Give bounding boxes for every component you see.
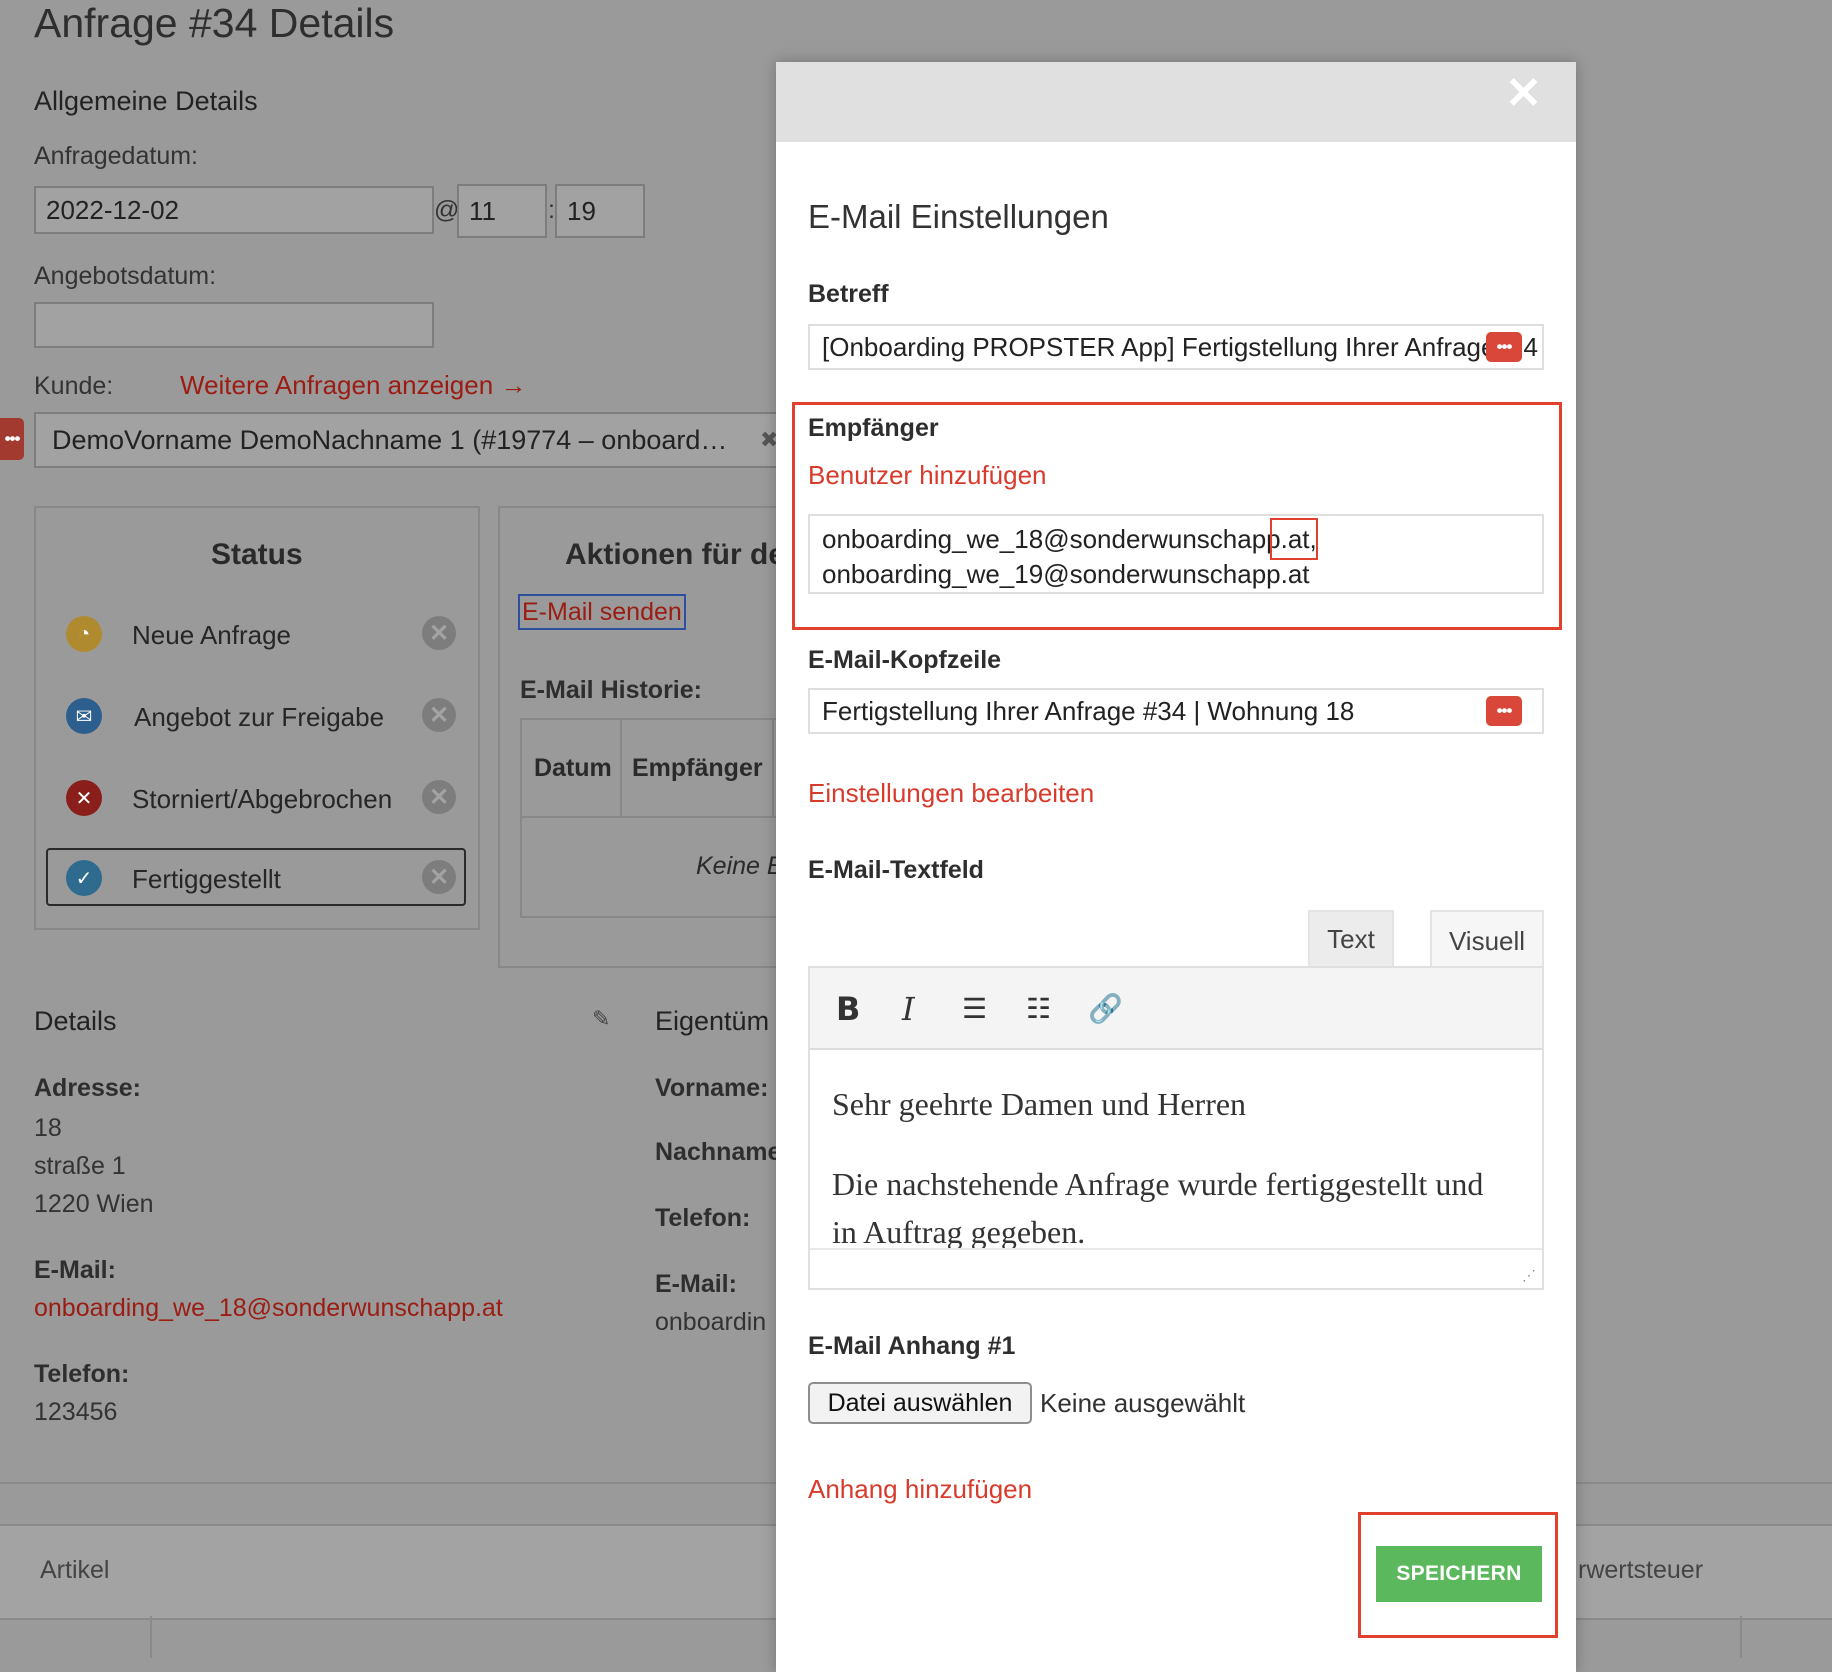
history-table: Datum Empfänger Keine E: [520, 718, 790, 918]
phone-value: 123456: [34, 1398, 118, 1426]
editor-content[interactable]: Sehr geehrte Damen und Herren Die nachst…: [832, 1080, 1512, 1288]
editor-footer: [810, 1248, 1542, 1250]
time-separator: :: [548, 196, 555, 224]
articles-column: Artikel: [40, 1556, 110, 1584]
offer-date-label: Angebotsdatum:: [34, 262, 217, 290]
cross-circle-icon: ✕: [66, 780, 102, 816]
edit-settings-link[interactable]: Einstellungen bearbeiten: [808, 778, 1094, 809]
status-item-fertiggestellt[interactable]: ✓ Fertiggestellt ✕: [66, 850, 456, 906]
customer-label: Kunde:: [34, 372, 114, 400]
clock-icon: ◔: [66, 616, 102, 652]
email-body-label: E-Mail-Textfeld: [808, 856, 984, 884]
bold-icon[interactable]: B: [836, 990, 860, 1028]
subject-input[interactable]: [Onboarding PROPSTER App] Fertigstellung…: [808, 324, 1544, 370]
minute-input[interactable]: 19: [555, 184, 645, 238]
at-sign: @: [434, 196, 460, 224]
owner-email-value: onboardin: [655, 1308, 767, 1336]
body-paragraph: Sehr geehrte Damen und Herren: [832, 1086, 1247, 1122]
email-history-label: E-Mail Historie:: [520, 676, 702, 704]
remove-icon[interactable]: ✕: [422, 616, 456, 650]
history-col-recipient: Empfänger: [632, 754, 763, 782]
check-circle-icon: ✓: [66, 860, 102, 896]
envelope-icon: ✉: [66, 698, 102, 734]
details-heading: Details: [34, 1006, 117, 1036]
recipients-label: Empfänger: [808, 414, 939, 442]
owner-heading: Eigentüm: [655, 1006, 770, 1036]
recipients-field[interactable]: onboarding_we_18@sonderwunschapp.at, onb…: [808, 514, 1544, 594]
page-title: Anfrage #34 Details: [34, 0, 395, 46]
status-item-storniert[interactable]: ✕ Storniert/Abgebrochen ✕: [66, 770, 456, 826]
column-divider: [150, 1616, 152, 1658]
vat-column: rwertsteuer: [1578, 1556, 1704, 1584]
customer-value: DemoVorname DemoNachname 1 (#19774 – onb…: [52, 425, 728, 455]
recipient-line: onboarding_we_18@sonderwunschapp.at,: [822, 524, 1317, 554]
customer-select[interactable]: DemoVorname DemoNachname 1 (#19774 – onb…: [34, 412, 780, 468]
status-heading: Status: [211, 538, 303, 571]
status-item-angebot[interactable]: ✉ Angebot zur Freigabe ✕: [66, 688, 456, 744]
address-label: Adresse:: [34, 1074, 141, 1102]
email-header-input[interactable]: Fertigstellung Ihrer Anfrage #34 | Wohnu…: [808, 688, 1544, 734]
tab-text[interactable]: Text: [1308, 910, 1394, 968]
phone-label: Telefon:: [34, 1360, 130, 1388]
address-line-1: 18: [34, 1114, 62, 1142]
attachment-label: E-Mail Anhang #1: [808, 1332, 1016, 1360]
link-icon[interactable]: 🔗: [1088, 992, 1123, 1025]
modal-header: ✕: [776, 62, 1576, 142]
status-label: Storniert/Abgebrochen: [132, 784, 393, 814]
body-paragraph: Die nachstehende Anfrage wurde fertigges…: [832, 1166, 1484, 1250]
owner-firstname-label: Vorname:: [655, 1074, 769, 1102]
no-file-text: Keine ausgewählt: [1040, 1388, 1246, 1418]
history-col-date: Datum: [534, 754, 612, 782]
close-icon[interactable]: ✕: [1505, 68, 1542, 119]
separator-highlight: [1270, 518, 1318, 560]
status-label: Fertiggestellt: [132, 864, 281, 894]
send-email-link[interactable]: E-Mail senden: [518, 594, 686, 630]
more-options-icon[interactable]: •••: [0, 418, 24, 460]
actions-heading: Aktionen für de: [565, 538, 786, 571]
request-date-input[interactable]: 2022-12-02: [34, 186, 434, 234]
resize-handle-icon[interactable]: ⋰: [1522, 1267, 1536, 1284]
address-line-3: 1220 Wien: [34, 1190, 154, 1218]
email-body-editor[interactable]: B I ☰ ☷ 🔗 Sehr geehrte Damen und Herren …: [808, 966, 1544, 1290]
remove-icon[interactable]: ✕: [422, 860, 456, 894]
owner-lastname-label: Nachname: [655, 1138, 782, 1166]
italic-icon[interactable]: I: [902, 990, 915, 1028]
address-line-2: straße 1: [34, 1152, 126, 1180]
general-details-heading: Allgemeine Details: [34, 86, 258, 116]
email-label: E-Mail:: [34, 1256, 116, 1284]
email-header-label: E-Mail-Kopfzeile: [808, 646, 1002, 674]
editor-toolbar: B I ☰ ☷ 🔗: [810, 968, 1542, 1050]
remove-icon[interactable]: ✕: [422, 698, 456, 732]
placeholder-options-icon[interactable]: •••: [1486, 332, 1522, 362]
add-attachment-link[interactable]: Anhang hinzufügen: [808, 1474, 1032, 1505]
subject-label: Betreff: [808, 280, 889, 308]
status-label: Angebot zur Freigabe: [134, 702, 385, 732]
more-requests-link[interactable]: Weitere Anfragen anzeigen →: [180, 370, 526, 401]
modal-title: E-Mail Einstellungen: [808, 198, 1109, 235]
column-divider: [1740, 1616, 1742, 1658]
tab-visual[interactable]: Visuell: [1430, 910, 1544, 970]
email-link[interactable]: onboarding_we_18@sonderwunschapp.at: [34, 1294, 503, 1323]
edit-pencil-icon[interactable]: ✎: [592, 1006, 610, 1032]
save-button[interactable]: SPEICHERN: [1376, 1546, 1542, 1602]
subject-tail: 4: [1523, 332, 1538, 362]
email-header-value: Fertigstellung Ihrer Anfrage #34 | Wohnu…: [822, 696, 1355, 726]
placeholder-options-icon[interactable]: •••: [1486, 696, 1522, 726]
choose-file-button[interactable]: Datei auswählen: [808, 1382, 1032, 1424]
history-empty-text: Keine E: [696, 852, 784, 880]
owner-email-label: E-Mail:: [655, 1270, 737, 1298]
status-label: Neue Anfrage: [132, 620, 292, 650]
owner-phone-label: Telefon:: [655, 1204, 751, 1232]
status-item-neue-anfrage[interactable]: ◔ Neue Anfrage ✕: [66, 606, 456, 662]
add-user-link[interactable]: Benutzer hinzufügen: [808, 460, 1047, 491]
remove-icon[interactable]: ✕: [422, 780, 456, 814]
numbered-list-icon[interactable]: ☷: [1026, 992, 1051, 1025]
email-settings-modal: ✕ E-Mail Einstellungen Betreff [Onboardi…: [776, 62, 1576, 1672]
hour-input[interactable]: 11: [457, 184, 547, 238]
request-date-label: Anfragedatum:: [34, 142, 198, 170]
bullet-list-icon[interactable]: ☰: [962, 992, 987, 1025]
subject-value: [Onboarding PROPSTER App] Fertigstellung…: [822, 332, 1496, 362]
offer-date-input[interactable]: [34, 302, 434, 348]
recipient-line: onboarding_we_19@sonderwunschapp.at: [822, 559, 1310, 589]
